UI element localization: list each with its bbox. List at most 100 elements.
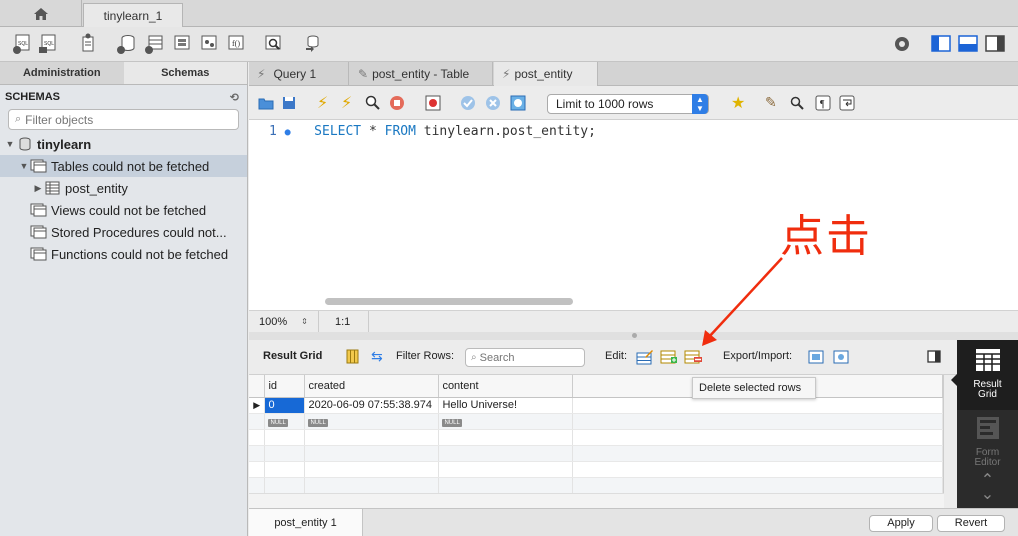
table-header-row: id created content [249,375,943,398]
splitter-handle-icon[interactable] [632,333,637,338]
tree-item-tables[interactable]: ▼ Tables could not be fetched [0,155,247,177]
collapse-arrow-icon[interactable]: ▼ [18,161,30,171]
toggle-error-icon[interactable] [425,95,441,111]
svg-text:f(): f() [232,39,240,48]
procedures-folder-icon [30,225,47,239]
rollback-icon[interactable] [485,95,501,111]
refresh-icon[interactable]: ⇆ [371,348,383,365]
invisible-chars-icon[interactable]: ¶ [815,95,831,111]
tab-query-1[interactable]: ⚡ Query 1 [249,62,349,86]
home-tab[interactable] [0,0,82,27]
tree-item-tinylearn[interactable]: ▼ tinylearn [0,133,247,155]
result-grid[interactable]: id created content ▶ 0 2020-06-09 07:55:… [249,375,944,493]
create-view-icon[interactable] [171,33,191,55]
execute-icon[interactable]: ⚡ [317,93,328,113]
insert-row-icon[interactable] [660,348,678,365]
create-procedure-icon[interactable] [198,33,218,55]
cell-id[interactable]: 0 [264,397,306,414]
form-editor-view-button[interactable]: Form Editor [957,416,1018,476]
apply-button[interactable]: Apply [869,515,933,532]
zoom-level: 100% [259,315,288,328]
add-snippet-star-icon[interactable]: ★ [731,93,745,113]
commit-icon[interactable] [460,95,476,111]
new-sql-tab-icon[interactable]: SQL [12,33,32,55]
sql-keyword-select: SELECT [314,124,362,139]
tab-post-entity-table[interactable]: ✎ post_entity - Table [350,62,493,86]
import-icon[interactable] [833,348,850,365]
editor-horizontal-scrollbar[interactable] [325,298,573,305]
export-icon[interactable] [808,348,825,365]
search-table-data-icon[interactable] [263,33,283,55]
column-header-id[interactable]: id [264,375,306,398]
tree-item-functions[interactable]: Functions could not be fetched [0,243,247,265]
cell-created[interactable]: NULL [304,413,440,430]
current-row-arrow-icon: ▶ [249,397,266,414]
autocommit-icon[interactable] [510,95,526,111]
row-header-corner [249,375,266,398]
row-header [249,413,266,430]
tree-item-label: post_entity [65,180,128,196]
toggle-wrap-cells-icon[interactable] [927,350,941,363]
reconnect-icon[interactable] [302,33,322,55]
tree-item-post-entity[interactable]: ▶ post_entity [0,177,247,199]
column-header-created[interactable]: created [304,375,440,398]
filter-objects-input[interactable] [25,112,226,127]
cell-id[interactable]: NULL [264,413,306,430]
tab-schemas[interactable]: Schemas [123,62,247,84]
find-icon[interactable] [790,96,804,110]
refresh-schemas-icon[interactable]: ⟲ [230,91,239,104]
filter-objects-field[interactable]: ⌕ [8,109,239,130]
explain-icon[interactable] [365,95,381,111]
result-bottom-bar: post_entity 1 Apply Revert [249,508,1018,536]
panel-splitter[interactable] [249,332,1018,340]
expand-arrow-icon[interactable]: ▶ [32,183,44,194]
table-row[interactable]: NULL NULL NULL [249,413,943,430]
cell-content[interactable]: Hello Universe! [438,397,574,414]
create-schema-icon[interactable] [116,33,136,55]
settings-gear-icon[interactable] [892,33,912,55]
cell-created[interactable]: 2020-06-09 07:55:38.974 [304,397,440,414]
toggle-output-panel-icon[interactable] [958,33,978,55]
result-grid-view-button[interactable]: Result Grid [957,340,1018,410]
schemas-title: SCHEMAS [5,91,61,103]
filter-rows-field[interactable]: ⌕ [465,348,585,367]
zoom-select[interactable]: 100% ⇕ [249,311,319,332]
side-panel-scroll-chevrons-icon[interactable]: ⌃ ⌄ [957,473,1018,504]
save-icon[interactable] [282,96,296,110]
limit-rows-select[interactable]: Limit to 1000 rows ▲ ▼ [547,94,709,114]
table-row[interactable]: ▶ 0 2020-06-09 07:55:38.974 Hello Univer… [249,397,943,414]
filter-rows-input[interactable] [479,351,570,364]
tab-administration[interactable]: Administration [0,62,124,84]
schema-tree: ▼ tinylearn ▼ Tables could not be fetche… [0,133,247,265]
edit-row-icon[interactable] [636,348,654,365]
toggle-sidebar-icon[interactable] [931,33,951,55]
cell-content[interactable]: NULL [438,413,574,430]
inspector-icon[interactable] [78,33,98,55]
grid-horizontal-scrollbar[interactable] [249,493,944,508]
create-table-icon[interactable] [144,33,164,55]
result-table: id created content ▶ 0 2020-06-09 07:55:… [249,375,943,493]
sql-code-line[interactable]: 1 ● SELECT * FROM tinylearn.post_entity; [269,124,596,139]
word-wrap-icon[interactable] [839,95,855,111]
create-function-icon[interactable]: f() [225,33,245,55]
active-pointer [951,374,957,386]
delete-row-icon[interactable] [684,348,702,365]
tab-post-entity[interactable]: ⚡ post_entity [494,62,598,86]
sql-editor[interactable]: 1 ● SELECT * FROM tinylearn.post_entity; [249,120,1018,310]
revert-button[interactable]: Revert [937,515,1005,532]
tab-label: Query 1 [273,67,317,81]
collapse-arrow-icon[interactable]: ▼ [4,139,16,149]
connection-tab[interactable]: tinylearn_1 [83,3,183,27]
tree-item-views[interactable]: Views could not be fetched [0,199,247,221]
execute-current-icon[interactable]: ⚡ [341,93,352,113]
open-folder-icon[interactable] [258,96,274,110]
column-chooser-icon[interactable] [346,349,359,364]
open-sql-file-icon[interactable]: SQL [38,33,58,55]
beautify-icon[interactable]: ✎ [765,94,777,111]
tree-item-stored-procedures[interactable]: Stored Procedures could not... [0,221,247,243]
column-header-content[interactable]: content [438,375,574,398]
empty-row [249,445,943,462]
result-tab-post-entity-1[interactable]: post_entity 1 [249,509,363,536]
stop-icon[interactable] [389,95,405,111]
toggle-secondary-sidebar-icon[interactable] [985,33,1005,55]
